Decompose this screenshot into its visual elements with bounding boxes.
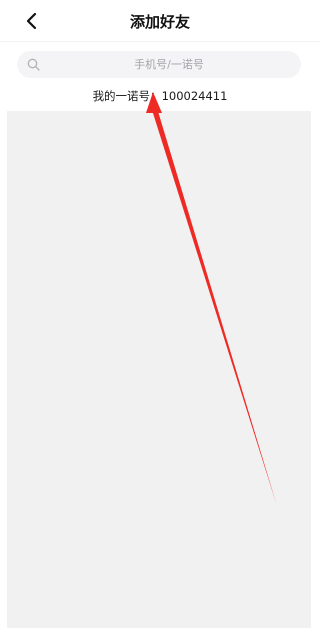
page-title: 添加好友 [129, 13, 190, 31]
my-id-row: 我的一诺号：100024411 [0, 88, 320, 104]
add-friend-screen: 添加好友 我的一诺号：100024411 [0, 0, 320, 629]
results-area [7, 111, 311, 628]
search-bar[interactable] [17, 51, 301, 78]
my-id-label: 我的一诺号： [92, 89, 162, 103]
my-id-value: 100024411 [161, 89, 228, 103]
search-input[interactable] [47, 51, 291, 78]
search-icon [27, 58, 40, 71]
nav-header: 添加好友 [0, 0, 320, 42]
